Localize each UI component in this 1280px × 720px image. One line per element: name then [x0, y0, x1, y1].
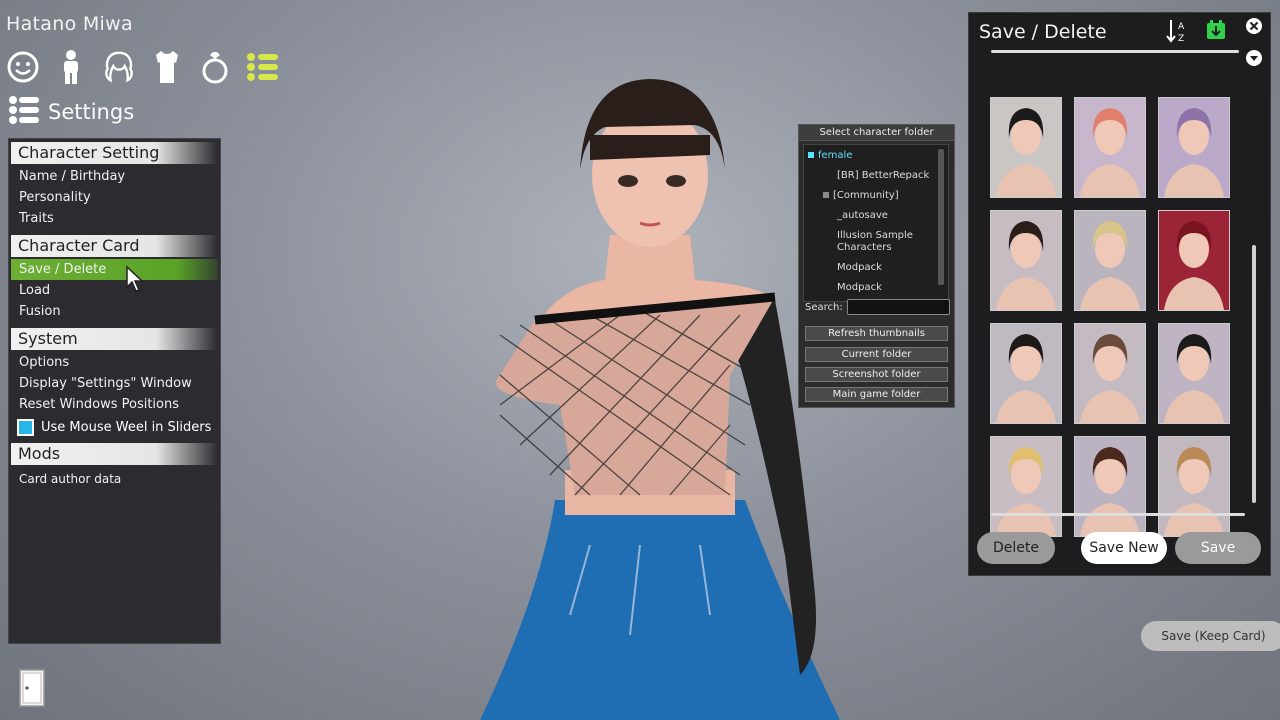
checkbox-checked-icon[interactable]: [17, 418, 34, 436]
settings-title: Settings: [48, 100, 135, 124]
character-card-thumbnail[interactable]: [1074, 436, 1146, 537]
folder-tree: female [BR] BetterRepack [Community] _au…: [803, 144, 949, 302]
save-folder-icon[interactable]: [1206, 19, 1226, 41]
character-name: Hatano Miwa: [6, 13, 133, 35]
folder-item-betterrepack[interactable]: [BR] BetterRepack: [837, 170, 929, 182]
section-system: System: [11, 328, 218, 350]
sort-az-icon[interactable]: A Z: [1166, 18, 1188, 44]
character-card-thumbnail[interactable]: [1074, 97, 1146, 198]
character-card-thumbnail[interactable]: [1158, 323, 1230, 424]
folder-expand-icon[interactable]: [823, 192, 829, 198]
folder-panel-title: Select character folder: [799, 125, 954, 141]
character-card-thumbnail[interactable]: [1158, 97, 1230, 198]
folder-expand-icon[interactable]: [808, 152, 814, 158]
folder-item-modpack[interactable]: Modpack: [837, 262, 882, 274]
folder-item-illusion-sample[interactable]: Illusion Sample Characters: [837, 230, 927, 254]
list-icon[interactable]: [246, 48, 280, 86]
folder-item-modpack-2[interactable]: Modpack: [837, 282, 882, 294]
search-label: Search:: [805, 302, 843, 313]
close-icon[interactable]: [1245, 17, 1263, 35]
dropdown-icon[interactable]: [1245, 49, 1263, 67]
folder-item-community[interactable]: [Community]: [823, 190, 899, 202]
save-button[interactable]: Save: [1175, 532, 1261, 564]
hair-icon[interactable]: [102, 48, 136, 86]
character-card-thumbnail[interactable]: [1158, 210, 1230, 311]
refresh-thumbnails-button[interactable]: Refresh thumbnails: [805, 326, 948, 341]
mouse-wheel-sliders-toggle[interactable]: Use Mouse Weel in Sliders: [9, 415, 220, 439]
section-character-card: Character Card: [11, 235, 218, 257]
mouse-cursor-icon: [126, 265, 144, 292]
folder-label: [Community]: [833, 190, 899, 201]
character-card-thumbnail[interactable]: [990, 210, 1062, 311]
category-toolbar: [6, 48, 280, 86]
settings-header[interactable]: Settings: [8, 94, 134, 130]
settings-menu-panel: Character Setting Name / Birthday Person…: [8, 138, 221, 644]
search-input[interactable]: [847, 299, 950, 315]
section-mods: Mods: [11, 443, 218, 465]
exit-door-icon[interactable]: [18, 668, 46, 708]
screenshot-folder-button[interactable]: Screenshot folder: [805, 367, 948, 382]
character-card-thumbnail[interactable]: [1074, 210, 1146, 311]
save-panel-title: Save / Delete: [979, 21, 1107, 43]
svg-text:Z: Z: [1178, 34, 1184, 44]
character-card-thumbnail[interactable]: [990, 97, 1062, 198]
face-icon[interactable]: [6, 48, 40, 86]
folder-item-female[interactable]: female: [808, 150, 852, 162]
menu-save-delete[interactable]: Save / Delete: [11, 259, 218, 280]
save-keep-card-button[interactable]: Save (Keep Card): [1141, 621, 1280, 651]
character-card-thumbnail[interactable]: [1158, 436, 1230, 537]
menu-list-icon: [8, 94, 40, 130]
folder-select-panel: Select character folder female [BR] Bett…: [798, 124, 955, 408]
menu-load[interactable]: Load: [11, 280, 218, 301]
footer-divider: [991, 513, 1245, 516]
folder-scrollbar[interactable]: [938, 149, 944, 285]
delete-button[interactable]: Delete: [977, 532, 1055, 564]
menu-name-birthday[interactable]: Name / Birthday: [11, 166, 218, 187]
character-card-thumbnail[interactable]: [1074, 323, 1146, 424]
character-card-thumbnail[interactable]: [990, 323, 1062, 424]
menu-display-settings-window[interactable]: Display "Settings" Window: [11, 373, 218, 394]
current-folder-button[interactable]: Current folder: [805, 347, 948, 362]
svg-text:A: A: [1178, 22, 1185, 32]
folder-label: female: [818, 150, 853, 161]
main-game-folder-button[interactable]: Main game folder: [805, 387, 948, 402]
save-delete-panel: Save / Delete A Z Delete Save New Save: [968, 12, 1271, 576]
save-new-button[interactable]: Save New: [1081, 532, 1167, 564]
menu-options[interactable]: Options: [11, 352, 218, 373]
menu-traits[interactable]: Traits: [11, 208, 218, 229]
menu-card-author-data[interactable]: Card author data: [11, 469, 218, 490]
folder-item-autosave[interactable]: _autosave: [837, 210, 888, 222]
accessory-icon[interactable]: [198, 48, 232, 86]
header-divider: [991, 50, 1239, 53]
clothes-icon[interactable]: [150, 48, 184, 86]
character-card-grid: [990, 97, 1230, 537]
menu-fusion[interactable]: Fusion: [11, 301, 218, 322]
checkbox-label: Use Mouse Weel in Sliders: [41, 419, 212, 435]
body-icon[interactable]: [54, 48, 88, 86]
character-card-thumbnail[interactable]: [990, 436, 1062, 537]
section-character-setting: Character Setting: [11, 142, 218, 164]
menu-personality[interactable]: Personality: [11, 187, 218, 208]
menu-reset-windows-positions[interactable]: Reset Windows Positions: [11, 394, 218, 415]
card-grid-scrollbar[interactable]: [1252, 245, 1256, 503]
